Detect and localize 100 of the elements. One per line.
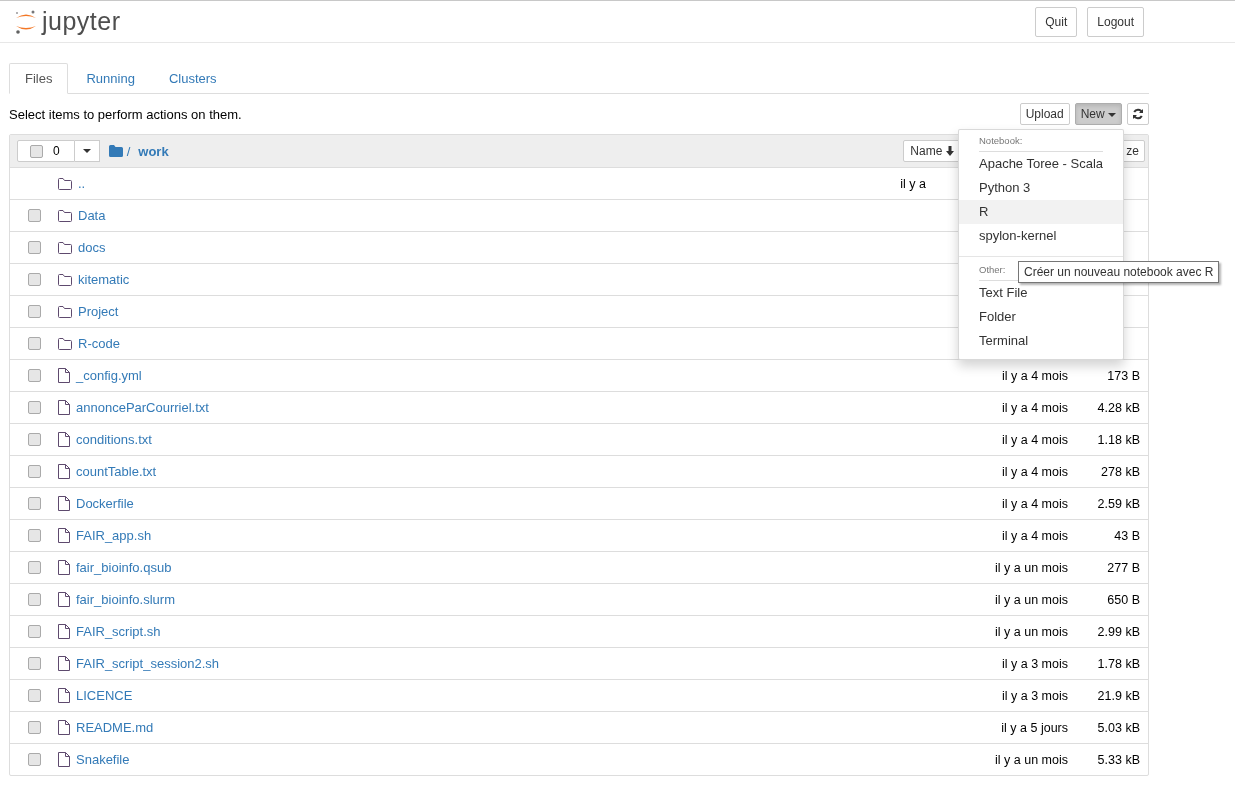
file-icon xyxy=(58,464,70,479)
header-button[interactable]: Quit xyxy=(1035,6,1078,37)
checkbox[interactable] xyxy=(27,753,41,766)
file-name-link[interactable]: countTable.txt xyxy=(76,464,157,479)
file-icon xyxy=(58,368,70,383)
instructions-text: Select items to perform actions on them. xyxy=(9,106,242,122)
menu-item[interactable]: Text File xyxy=(959,281,1123,305)
checkbox[interactable] xyxy=(27,337,41,350)
file-name-link[interactable]: fair_bioinfo.slurm xyxy=(76,592,175,607)
checkbox[interactable] xyxy=(27,657,41,670)
file-icon xyxy=(58,496,70,511)
file-icon xyxy=(58,528,70,543)
menu-item[interactable]: R xyxy=(959,200,1123,224)
file-name-link[interactable]: docs xyxy=(78,240,106,255)
breadcrumb-link[interactable]: work xyxy=(138,143,169,159)
modified-time: il y a 4 mois xyxy=(1001,528,1068,543)
header-button[interactable]: Logout xyxy=(1087,6,1144,37)
file-size: 4.28 kB xyxy=(1096,400,1140,415)
checkbox[interactable] xyxy=(27,689,41,702)
file-icon xyxy=(58,560,70,575)
folder-icon xyxy=(58,177,72,190)
modified-time: il y a un mois xyxy=(994,624,1068,639)
checkbox[interactable] xyxy=(27,593,41,606)
file-size: 2.59 kB xyxy=(1096,496,1140,511)
new-button[interactable]: New xyxy=(1074,103,1122,125)
file-size: 173 B xyxy=(1106,368,1140,383)
menu-item[interactable]: spylon-kernel xyxy=(959,224,1123,248)
modified-time: il y a 4 mois xyxy=(1001,432,1068,447)
folder-icon xyxy=(58,273,72,286)
file-name-link[interactable]: Snakefile xyxy=(76,752,130,767)
checkbox[interactable] xyxy=(27,401,41,414)
file-icon xyxy=(58,752,70,767)
menu-heading: Notebook: xyxy=(979,134,1023,148)
checkbox[interactable] xyxy=(27,497,41,510)
file-name-link[interactable]: kitematic xyxy=(78,272,130,287)
folder-icon xyxy=(58,241,72,254)
menu-item[interactable]: Python 3 xyxy=(959,176,1123,200)
menu-item[interactable]: Folder xyxy=(959,305,1123,329)
checkbox[interactable] xyxy=(27,721,41,734)
file-name-link[interactable]: Dockerfile xyxy=(76,496,134,511)
file-size: 1.18 kB xyxy=(1096,432,1140,447)
folder-icon xyxy=(58,305,72,318)
file-size: 21.9 kB xyxy=(1096,688,1140,703)
file-name-link[interactable]: .. xyxy=(78,176,86,191)
folder-icon xyxy=(58,209,72,222)
modified-time: il y a 4 mois xyxy=(1001,368,1068,383)
checkbox[interactable] xyxy=(27,209,41,222)
menu-heading: Other: xyxy=(979,263,1006,277)
checkbox[interactable] xyxy=(27,273,41,286)
tooltip: Créer un nouveau notebook avec R xyxy=(1018,261,1220,283)
file-name-link[interactable]: _config.yml xyxy=(76,368,142,383)
modified-time: il y a xyxy=(900,176,926,191)
file-name-link[interactable]: R-code xyxy=(78,336,120,351)
file-name-link[interactable]: annonceParCourriel.txt xyxy=(76,400,209,415)
checkbox[interactable] xyxy=(27,433,41,446)
file-size: 1.78 kB xyxy=(1096,656,1140,671)
file-name-link[interactable]: FAIR_app.sh xyxy=(76,528,152,543)
file-icon xyxy=(58,624,70,639)
file-size: 5.03 kB xyxy=(1096,720,1140,735)
folder-icon xyxy=(58,337,72,350)
tab[interactable]: Clusters xyxy=(152,63,233,94)
jupyter-logo-icon xyxy=(14,8,38,35)
file-name-link[interactable]: LICENCE xyxy=(76,688,133,703)
checkbox[interactable] xyxy=(27,561,41,574)
file-name-link[interactable]: FAIR_script.sh xyxy=(76,624,161,639)
file-icon xyxy=(58,720,70,735)
file-name-link[interactable]: Data xyxy=(78,208,106,223)
modified-time: il y a un mois xyxy=(994,752,1068,767)
checkbox[interactable] xyxy=(27,241,41,254)
file-size: 5.33 kB xyxy=(1096,752,1140,767)
select-all-button[interactable]: 0 xyxy=(17,140,75,162)
file-name-link[interactable]: README.md xyxy=(76,720,154,735)
file-name-link[interactable]: Project xyxy=(78,304,119,319)
checkbox[interactable] xyxy=(27,465,41,478)
modified-time: il y a un mois xyxy=(994,560,1068,575)
checkbox[interactable] xyxy=(27,625,41,638)
dropdown-button[interactable] xyxy=(74,140,100,162)
refresh-button[interactable] xyxy=(1127,103,1149,125)
file-name-link[interactable]: conditions.txt xyxy=(76,432,152,447)
menu-item[interactable]: Terminal xyxy=(959,329,1123,353)
modified-time: il y a 4 mois xyxy=(1001,496,1068,511)
caret-icon xyxy=(1108,112,1116,117)
checkbox[interactable] xyxy=(27,305,41,318)
upload-button[interactable]: Upload xyxy=(1019,103,1070,125)
modified-time: il y a 5 jours xyxy=(1000,720,1068,735)
checkbox[interactable] xyxy=(27,529,41,542)
file-icon xyxy=(58,400,70,415)
tab[interactable]: Files xyxy=(9,63,69,94)
file-name-link[interactable]: FAIR_script_session2.sh xyxy=(76,656,220,671)
file-size: 277 B xyxy=(1106,560,1140,575)
file-icon xyxy=(58,592,70,607)
logo-text[interactable]: jupyter xyxy=(42,7,121,36)
modified-time: il y a 3 mois xyxy=(1001,688,1068,703)
checkbox[interactable] xyxy=(30,144,43,158)
file-size: 278 kB xyxy=(1100,464,1140,479)
arrow-down-icon xyxy=(945,146,956,156)
checkbox[interactable] xyxy=(27,369,41,382)
modified-time: il y a 4 mois xyxy=(1001,464,1068,479)
tab[interactable]: Running xyxy=(70,63,151,94)
file-name-link[interactable]: fair_bioinfo.qsub xyxy=(76,560,172,575)
